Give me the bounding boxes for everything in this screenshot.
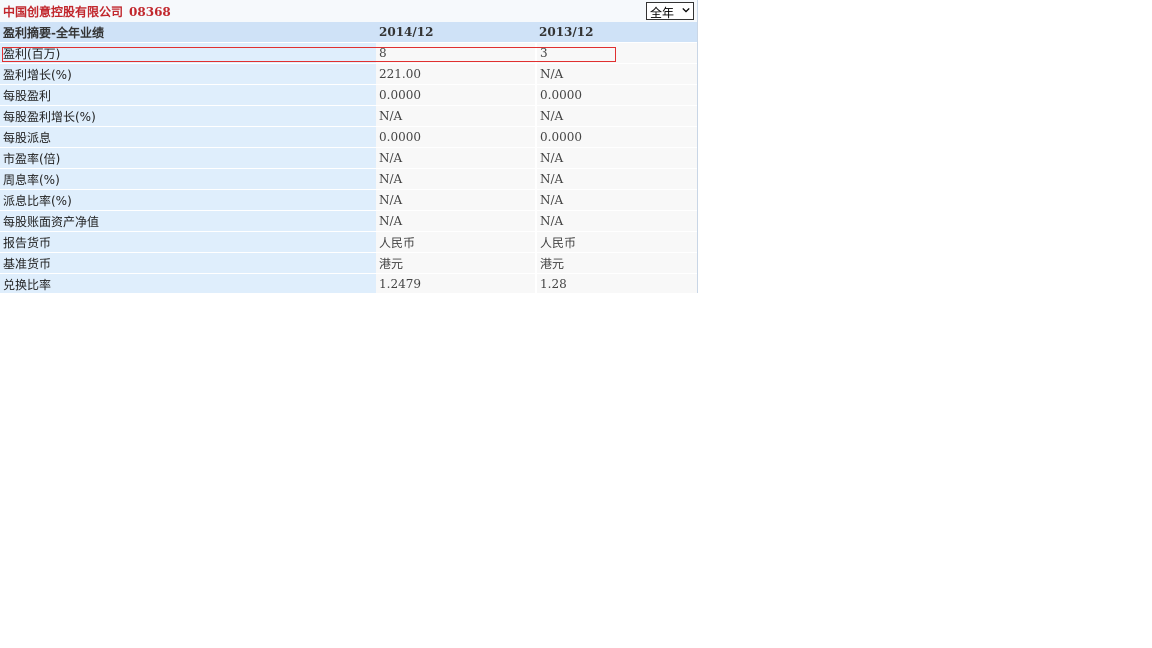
period-select-value: 全年	[650, 6, 675, 20]
row-value: 1.28	[535, 273, 697, 293]
table-row: 派息比率(%) N/A N/A	[0, 189, 697, 211]
company-name: 中国创意控股有限公司	[3, 5, 124, 19]
table-row: 周息率(%) N/A N/A	[0, 168, 697, 190]
row-label: 周息率(%)	[0, 168, 376, 190]
row-value: 0.0000	[535, 84, 697, 106]
column-header: 2014/12	[376, 22, 536, 43]
row-value: N/A	[376, 210, 536, 232]
table-row: 每股盈利增长(%) N/A N/A	[0, 105, 697, 127]
row-value: N/A	[376, 147, 536, 169]
table-title: 盈利摘要-全年业绩	[0, 22, 376, 43]
row-label: 盈利增长(%)	[0, 63, 376, 85]
table-row: 盈利增长(%) 221.00 N/A	[0, 63, 697, 85]
row-value: 人民币	[376, 231, 536, 253]
row-value: 0.0000	[535, 126, 697, 148]
table-row: 市盈率(倍) N/A N/A	[0, 147, 697, 169]
row-label: 每股派息	[0, 126, 376, 148]
row-value: N/A	[535, 105, 697, 127]
row-label: 盈利(百万)	[0, 42, 376, 64]
title-bar: 中国创意控股有限公司 08368 全年	[0, 0, 697, 22]
chevron-down-icon	[682, 7, 690, 13]
row-label: 市盈率(倍)	[0, 147, 376, 169]
row-value: N/A	[376, 189, 536, 211]
row-value: 221.00	[376, 63, 536, 85]
earnings-summary-panel: 中国创意控股有限公司 08368 全年 盈利摘要-全年业绩 2014/12 201…	[0, 0, 698, 293]
row-value: N/A	[535, 210, 697, 232]
company-title: 中国创意控股有限公司 08368	[3, 3, 171, 20]
table-row: 每股派息 0.0000 0.0000	[0, 126, 697, 148]
row-label: 兑换比率	[0, 273, 376, 293]
row-value: N/A	[535, 189, 697, 211]
row-value: N/A	[376, 105, 536, 127]
row-label: 报告货币	[0, 231, 376, 253]
row-value: N/A	[376, 168, 536, 190]
period-select[interactable]: 全年	[646, 2, 694, 20]
earnings-table: 盈利摘要-全年业绩 2014/12 2013/12 盈利(百万) 8 3 盈利增长(%…	[0, 22, 697, 293]
stock-code: 08368	[129, 5, 171, 19]
table-row: 每股账面资产净值 N/A N/A	[0, 210, 697, 232]
row-value: N/A	[535, 147, 697, 169]
row-value: 港元	[535, 252, 697, 274]
row-value: 8	[376, 42, 536, 64]
table-row: 报告货币 人民币 人民币	[0, 231, 697, 253]
table-row: 每股盈利 0.0000 0.0000	[0, 84, 697, 106]
row-value: 港元	[376, 252, 536, 274]
row-label: 每股盈利增长(%)	[0, 105, 376, 127]
row-value: 0.0000	[376, 84, 536, 106]
row-value: 1.2479	[376, 273, 536, 293]
row-value: 0.0000	[376, 126, 536, 148]
column-header: 2013/12	[536, 22, 697, 43]
row-value: 3	[535, 42, 697, 64]
table-header-row: 盈利摘要-全年业绩 2014/12 2013/12	[0, 22, 697, 43]
table-row: 盈利(百万) 8 3	[0, 42, 697, 64]
table-row: 兑换比率 1.2479 1.28	[0, 273, 697, 293]
row-label: 每股盈利	[0, 84, 376, 106]
table-row: 基准货币 港元 港元	[0, 252, 697, 274]
row-value: 人民币	[535, 231, 697, 253]
row-value: N/A	[535, 63, 697, 85]
row-label: 派息比率(%)	[0, 189, 376, 211]
row-value: N/A	[535, 168, 697, 190]
row-label: 基准货币	[0, 252, 376, 274]
row-label: 每股账面资产净值	[0, 210, 376, 232]
